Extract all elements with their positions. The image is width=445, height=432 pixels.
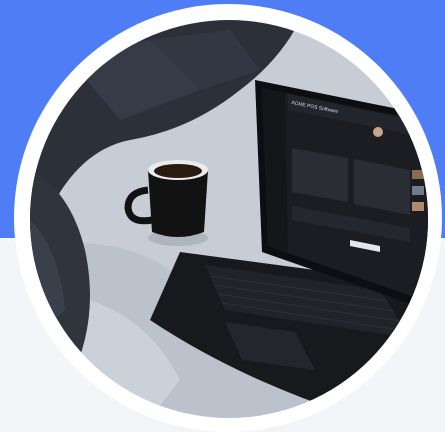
circular-photo: ACME POS Software	[30, 20, 428, 418]
thumbnail	[412, 202, 424, 211]
bed-laptop-illustration	[30, 20, 428, 418]
thumbnail	[412, 186, 424, 195]
avatar	[373, 127, 383, 137]
thumbnail	[412, 170, 424, 179]
